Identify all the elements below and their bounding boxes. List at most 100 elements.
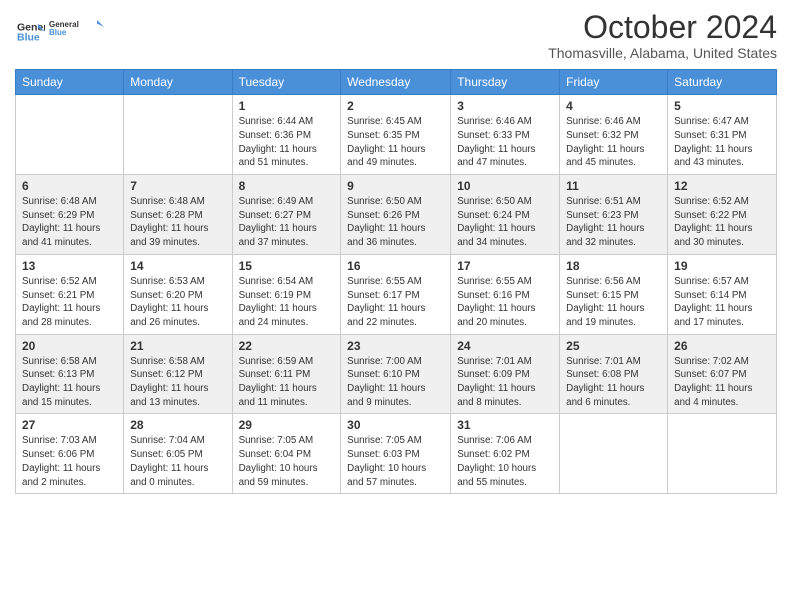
day-info: Sunrise: 7:04 AM Sunset: 6:05 PM Dayligh… [130, 434, 225, 489]
svg-text:Blue: Blue [17, 31, 40, 43]
day-info: Sunrise: 6:52 AM Sunset: 6:22 PM Dayligh… [674, 195, 770, 250]
calendar-table: Sunday Monday Tuesday Wednesday Thursday… [15, 69, 777, 494]
calendar-cell [560, 414, 668, 494]
day-number: 1 [239, 99, 335, 113]
col-monday: Monday [124, 70, 232, 95]
day-info: Sunrise: 7:05 AM Sunset: 6:03 PM Dayligh… [347, 434, 444, 489]
day-info: Sunrise: 6:44 AM Sunset: 6:36 PM Dayligh… [239, 115, 335, 170]
day-info: Sunrise: 7:00 AM Sunset: 6:10 PM Dayligh… [347, 355, 444, 410]
day-info: Sunrise: 6:53 AM Sunset: 6:20 PM Dayligh… [130, 275, 225, 330]
day-number: 23 [347, 339, 444, 353]
day-number: 21 [130, 339, 225, 353]
calendar-cell: 8 Sunrise: 6:49 AM Sunset: 6:27 PM Daylig… [232, 175, 341, 255]
day-number: 5 [674, 99, 770, 113]
calendar-cell: 16Sunrise: 6:55 AM Sunset: 6:17 PM Dayli… [341, 254, 451, 334]
calendar-cell [668, 414, 777, 494]
col-wednesday: Wednesday [341, 70, 451, 95]
day-number: 12 [674, 179, 770, 193]
day-info: Sunrise: 7:01 AM Sunset: 6:09 PM Dayligh… [457, 355, 553, 410]
calendar-cell: 20 Sunrise: 6:58 AM Sunset: 6:13 PM Dayli… [16, 334, 124, 414]
calendar-cell: 10 Sunrise: 6:50 AM Sunset: 6:24 PM Dayli… [451, 175, 560, 255]
calendar-cell: 5 Sunrise: 6:47 AM Sunset: 6:31 PM Daylig… [668, 95, 777, 175]
calendar-week-row: 1 Sunrise: 6:44 AM Sunset: 6:36 PM Daylig… [16, 95, 777, 175]
calendar-cell: 14Sunrise: 6:53 AM Sunset: 6:20 PM Dayli… [124, 254, 232, 334]
col-tuesday: Tuesday [232, 70, 341, 95]
calendar-cell: 18Sunrise: 6:56 AM Sunset: 6:15 PM Dayli… [560, 254, 668, 334]
calendar-cell: 6 Sunrise: 6:48 AM Sunset: 6:29 PM Daylig… [16, 175, 124, 255]
day-info: Sunrise: 6:48 AM Sunset: 6:28 PM Dayligh… [130, 195, 225, 250]
location: Thomasville, Alabama, United States [548, 45, 777, 61]
calendar-cell: 12 Sunrise: 6:52 AM Sunset: 6:22 PM Dayli… [668, 175, 777, 255]
day-info: Sunrise: 6:51 AM Sunset: 6:23 PM Dayligh… [566, 195, 661, 250]
day-number: 20 [22, 339, 117, 353]
col-sunday: Sunday [16, 70, 124, 95]
day-number: 26 [674, 339, 770, 353]
calendar-cell: 15 Sunrise: 6:54 AM Sunset: 6:19 PM Dayli… [232, 254, 341, 334]
calendar-cell: 28Sunrise: 7:04 AM Sunset: 6:05 PM Dayli… [124, 414, 232, 494]
day-number: 3 [457, 99, 553, 113]
calendar-cell: 7 Sunrise: 6:48 AM Sunset: 6:28 PM Daylig… [124, 175, 232, 255]
day-info: Sunrise: 6:48 AM Sunset: 6:29 PM Dayligh… [22, 195, 117, 250]
day-info: Sunrise: 7:02 AM Sunset: 6:07 PM Dayligh… [674, 355, 770, 410]
header: General Blue General Blue October 2024 T… [15, 10, 777, 61]
calendar-cell: 1 Sunrise: 6:44 AM Sunset: 6:36 PM Daylig… [232, 95, 341, 175]
day-number: 11 [566, 179, 661, 193]
day-info: Sunrise: 6:45 AM Sunset: 6:35 PM Dayligh… [347, 115, 444, 170]
day-number: 24 [457, 339, 553, 353]
day-number: 19 [674, 259, 770, 273]
day-info: Sunrise: 6:58 AM Sunset: 6:12 PM Dayligh… [130, 355, 225, 410]
day-info: Sunrise: 7:05 AM Sunset: 6:04 PM Dayligh… [239, 434, 335, 489]
calendar-cell: 23 Sunrise: 7:00 AM Sunset: 6:10 PM Dayli… [341, 334, 451, 414]
day-number: 7 [130, 179, 225, 193]
calendar-week-row: 27Sunrise: 7:03 AM Sunset: 6:06 PM Dayli… [16, 414, 777, 494]
calendar-cell: 4Sunrise: 6:46 AM Sunset: 6:32 PM Daylig… [560, 95, 668, 175]
day-info: Sunrise: 6:47 AM Sunset: 6:31 PM Dayligh… [674, 115, 770, 170]
day-number: 25 [566, 339, 661, 353]
calendar-cell: 13Sunrise: 6:52 AM Sunset: 6:21 PM Dayli… [16, 254, 124, 334]
day-number: 27 [22, 418, 117, 432]
day-number: 31 [457, 418, 553, 432]
day-number: 8 [239, 179, 335, 193]
logo-svg: General Blue [49, 10, 104, 46]
calendar-cell [16, 95, 124, 175]
day-info: Sunrise: 7:06 AM Sunset: 6:02 PM Dayligh… [457, 434, 553, 489]
day-info: Sunrise: 6:46 AM Sunset: 6:33 PM Dayligh… [457, 115, 553, 170]
day-info: Sunrise: 6:59 AM Sunset: 6:11 PM Dayligh… [239, 355, 335, 410]
calendar-week-row: 6 Sunrise: 6:48 AM Sunset: 6:29 PM Daylig… [16, 175, 777, 255]
logo-icon: General Blue [17, 18, 45, 46]
calendar-cell: 9Sunrise: 6:50 AM Sunset: 6:26 PM Daylig… [341, 175, 451, 255]
calendar-cell: 30Sunrise: 7:05 AM Sunset: 6:03 PM Dayli… [341, 414, 451, 494]
day-info: Sunrise: 6:52 AM Sunset: 6:21 PM Dayligh… [22, 275, 117, 330]
day-info: Sunrise: 6:50 AM Sunset: 6:24 PM Dayligh… [457, 195, 553, 250]
col-thursday: Thursday [451, 70, 560, 95]
day-info: Sunrise: 6:54 AM Sunset: 6:19 PM Dayligh… [239, 275, 335, 330]
title-block: October 2024 Thomasville, Alabama, Unite… [548, 10, 777, 61]
day-info: Sunrise: 6:58 AM Sunset: 6:13 PM Dayligh… [22, 355, 117, 410]
day-info: Sunrise: 6:46 AM Sunset: 6:32 PM Dayligh… [566, 115, 661, 170]
day-number: 6 [22, 179, 117, 193]
calendar-cell: 26 Sunrise: 7:02 AM Sunset: 6:07 PM Dayli… [668, 334, 777, 414]
day-info: Sunrise: 6:49 AM Sunset: 6:27 PM Dayligh… [239, 195, 335, 250]
calendar-cell: 24 Sunrise: 7:01 AM Sunset: 6:09 PM Dayli… [451, 334, 560, 414]
day-number: 16 [347, 259, 444, 273]
calendar-cell: 11 Sunrise: 6:51 AM Sunset: 6:23 PM Dayli… [560, 175, 668, 255]
day-info: Sunrise: 6:55 AM Sunset: 6:16 PM Dayligh… [457, 275, 553, 330]
day-number: 10 [457, 179, 553, 193]
calendar-cell: 17 Sunrise: 6:55 AM Sunset: 6:16 PM Dayli… [451, 254, 560, 334]
calendar-cell: 31 Sunrise: 7:06 AM Sunset: 6:02 PM Dayli… [451, 414, 560, 494]
day-info: Sunrise: 6:56 AM Sunset: 6:15 PM Dayligh… [566, 275, 661, 330]
calendar-week-row: 20 Sunrise: 6:58 AM Sunset: 6:13 PM Dayli… [16, 334, 777, 414]
calendar-week-row: 13Sunrise: 6:52 AM Sunset: 6:21 PM Dayli… [16, 254, 777, 334]
col-saturday: Saturday [668, 70, 777, 95]
day-info: Sunrise: 6:57 AM Sunset: 6:14 PM Dayligh… [674, 275, 770, 330]
day-info: Sunrise: 7:01 AM Sunset: 6:08 PM Dayligh… [566, 355, 661, 410]
day-number: 17 [457, 259, 553, 273]
day-number: 29 [239, 418, 335, 432]
header-row: Sunday Monday Tuesday Wednesday Thursday… [16, 70, 777, 95]
calendar-cell: 3 Sunrise: 6:46 AM Sunset: 6:33 PM Daylig… [451, 95, 560, 175]
col-friday: Friday [560, 70, 668, 95]
day-number: 15 [239, 259, 335, 273]
calendar-cell: 29 Sunrise: 7:05 AM Sunset: 6:04 PM Dayli… [232, 414, 341, 494]
calendar-cell: 22Sunrise: 6:59 AM Sunset: 6:11 PM Dayli… [232, 334, 341, 414]
calendar-cell: 19 Sunrise: 6:57 AM Sunset: 6:14 PM Dayli… [668, 254, 777, 334]
